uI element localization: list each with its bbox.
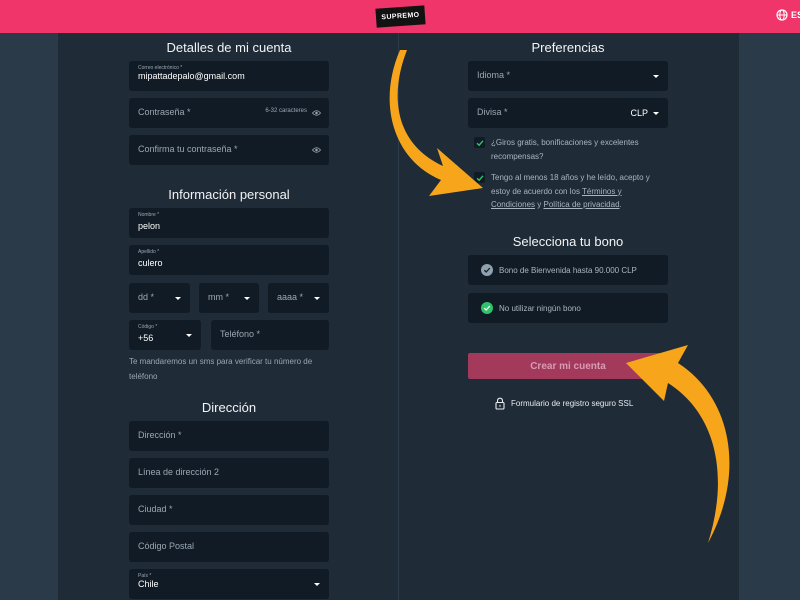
terms-suffix: . — [619, 200, 622, 209]
birth-day-select[interactable]: dd * — [129, 283, 190, 313]
terms-consent-text: Tengo al menos 18 años y he leído, acept… — [491, 171, 661, 212]
email-value: mipattadepalo@gmail.com — [138, 71, 245, 81]
first-name-value: pelon — [138, 221, 161, 231]
ssl-notice: Formulario de registro seguro SSL — [494, 397, 633, 410]
chevron-down-icon — [314, 297, 320, 300]
confirm-password-field[interactable]: Confirma tu contraseña * — [129, 135, 329, 165]
bonus-title: Selecciona tu bono — [512, 234, 624, 249]
chevron-down-icon — [186, 334, 192, 337]
password-placeholder: Contraseña * — [138, 107, 191, 117]
last-name-value: culero — [138, 258, 163, 268]
supremo-logo[interactable]: SUPREMO — [375, 5, 426, 28]
postal-code-placeholder: Código Postal — [138, 541, 195, 551]
preferences-title: Preferencias — [531, 40, 605, 55]
phone-code-value: +56 — [138, 333, 154, 343]
language-selector[interactable]: ES — [776, 9, 800, 21]
phone-placeholder: Teléfono * — [220, 329, 261, 339]
radio-check-icon — [481, 302, 493, 314]
phone-code-label: Código * — [138, 324, 158, 330]
birth-year-placeholder: aaaa * — [277, 292, 304, 302]
last-name-field[interactable]: Apellido * culero — [129, 245, 329, 275]
no-bonus-label: No utilizar ningún bono — [499, 303, 581, 313]
language-code: ES — [791, 10, 800, 20]
birth-month-placeholder: mm * — [208, 292, 229, 302]
country-value: Chile — [138, 579, 159, 589]
password-field[interactable]: Contraseña * 6-32 caracteres — [129, 98, 329, 128]
terms-consent[interactable]: Tengo al menos 18 años y he leído, acept… — [474, 171, 661, 212]
chevron-down-icon — [653, 75, 659, 78]
first-name-field[interactable]: Nombre * pelon — [129, 208, 329, 238]
first-name-label: Nombre * — [138, 212, 160, 218]
privacy-link[interactable]: Política de privacidad — [543, 200, 619, 209]
birth-year-select[interactable]: aaaa * — [268, 283, 329, 313]
eye-icon[interactable] — [312, 109, 321, 117]
address-title: Dirección — [201, 400, 257, 415]
lock-icon — [495, 397, 505, 410]
city-placeholder: Ciudad * — [138, 504, 173, 514]
email-field[interactable]: Correo electrónico * mipattadepalo@gmail… — [129, 61, 329, 91]
top-bar: SUPREMO ES — [0, 0, 800, 33]
confirm-password-placeholder: Confirma tu contraseña * — [138, 144, 238, 154]
radio-check-icon — [481, 264, 493, 276]
birth-day-placeholder: dd * — [138, 292, 155, 302]
chevron-down-icon — [175, 297, 181, 300]
chevron-down-icon — [244, 297, 250, 300]
birth-month-select[interactable]: mm * — [199, 283, 259, 313]
welcome-bonus-label: Bono de Bienvenida hasta 90.000 CLP — [499, 265, 637, 275]
currency-select[interactable]: Divisa * CLP — [468, 98, 668, 128]
ssl-text: Formulario de registro seguro SSL — [511, 399, 634, 408]
password-hint: 6-32 caracteres — [265, 108, 307, 114]
postal-code-field[interactable]: Código Postal — [129, 532, 329, 562]
last-name-label: Apellido * — [138, 249, 160, 255]
address-placeholder: Dirección * — [138, 430, 182, 440]
globe-icon — [776, 9, 788, 21]
arrow-annotation-top — [389, 50, 483, 196]
account-details-title: Detalles de mi cuenta — [166, 40, 292, 55]
sms-notice: Te mandaremos un sms para verificar tu n… — [129, 357, 313, 381]
currency-value: CLP — [630, 108, 648, 118]
country-select[interactable]: País * Chile — [129, 569, 329, 599]
address-line2-placeholder: Línea de dirección 2 — [138, 467, 220, 477]
no-bonus-option[interactable]: No utilizar ningún bono — [468, 293, 668, 323]
chevron-down-icon — [314, 583, 320, 586]
phone-field[interactable]: Teléfono * — [211, 320, 329, 350]
chevron-down-icon — [653, 112, 659, 115]
language-select[interactable]: Idioma * — [468, 61, 668, 91]
welcome-bonus-option[interactable]: Bono de Bienvenida hasta 90.000 CLP — [468, 255, 668, 285]
phone-code-select[interactable]: Código * +56 — [129, 320, 201, 350]
personal-info-title: Información personal — [168, 187, 290, 202]
arrow-annotation-bottom — [626, 345, 730, 543]
address-line2-field[interactable]: Línea de dirección 2 — [129, 458, 329, 488]
address-field[interactable]: Dirección * — [129, 421, 329, 451]
promo-consent-text: ¿Giros gratis, bonificaciones y excelent… — [491, 138, 639, 161]
terms-prefix: Tengo al menos 18 años y he leído, acept… — [491, 173, 650, 196]
city-field[interactable]: Ciudad * — [129, 495, 329, 525]
promo-consent[interactable]: ¿Giros gratis, bonificaciones y excelent… — [474, 136, 661, 163]
eye-icon[interactable] — [312, 146, 321, 154]
